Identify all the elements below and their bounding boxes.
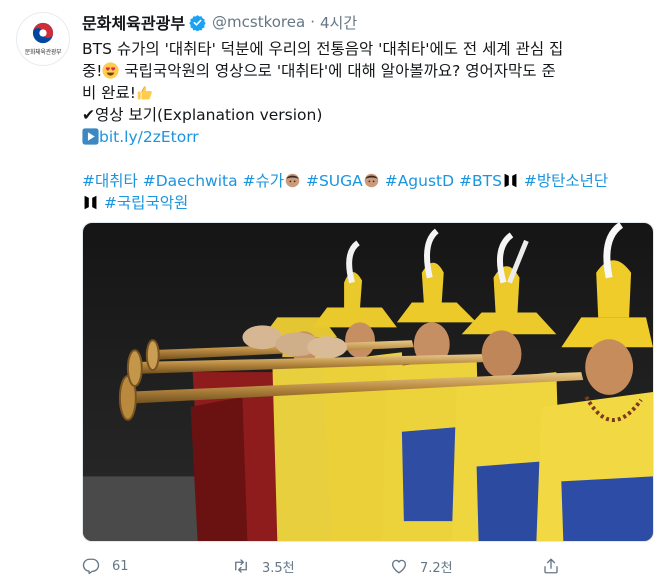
- suga-emoji-icon: [285, 173, 300, 188]
- heart-icon: [391, 559, 407, 574]
- hashtag-agustd[interactable]: #AgustD: [385, 172, 454, 190]
- tweet-line-3-text: 비 완료!: [82, 84, 136, 102]
- retweet-count: 3.5천: [262, 560, 295, 576]
- hashtag-block: #대취타 #Daechwita #슈가 #SUGA #AgustD #BTS #…: [82, 170, 642, 214]
- heart-eyes-emoji-icon: [102, 62, 120, 79]
- hashtag-gugak-center[interactable]: #국립국악원: [104, 194, 188, 212]
- tweet-line-2-end: 국립국악원의 영상으로 '대취타'에 대해 알아볼까요? 영어자막도 준: [119, 62, 556, 80]
- bts-logo-icon: [504, 173, 517, 188]
- bts-logo-icon: [84, 195, 97, 210]
- tweet-media-image[interactable]: [82, 222, 654, 542]
- video-description: 영상 보기(Explanation version): [95, 106, 323, 124]
- retweet-action[interactable]: 3.5천: [232, 554, 295, 578]
- hashtag-suga-kr[interactable]: #슈가: [243, 172, 285, 190]
- verified-badge-icon: [189, 14, 206, 31]
- play-button-icon: [82, 128, 99, 145]
- hashtag-daechwita-kr[interactable]: #대취타: [82, 172, 138, 190]
- tweet-line-2: 중! 국립국악원의 영상으로 '대취타'에 대해 알아볼까요? 영어자막도 준: [82, 60, 642, 82]
- suga-emoji-icon: [364, 173, 379, 188]
- tweet-line-4: ✔영상 보기(Explanation version): [82, 104, 642, 126]
- like-action[interactable]: 7.2천: [390, 554, 453, 578]
- tweet-line-5: bit.ly/2zEtorr: [82, 126, 642, 148]
- account-name[interactable]: 문화체육관광부: [82, 10, 185, 34]
- avatar-caption: 문화체육관광부: [24, 49, 62, 56]
- retweet-icon: [235, 559, 247, 573]
- hashtag-line-2: #국립국악원: [82, 192, 642, 214]
- tweet-actions: 61 3.5천 7.2천: [82, 554, 662, 578]
- tweet-line-3: 비 완료!: [82, 82, 642, 104]
- performers-photo: [83, 223, 653, 541]
- like-count: 7.2천: [420, 560, 453, 576]
- share-action[interactable]: [542, 554, 560, 578]
- account-handle[interactable]: @mcstkorea: [212, 13, 305, 31]
- share-icon: [544, 558, 558, 574]
- hashtag-daechwita[interactable]: #Daechwita: [143, 172, 238, 190]
- tweet-content: 문화체육관광부 @mcstkorea · 4시간 BTS 슈가의 '대취타' 덕…: [82, 10, 657, 214]
- reply-count: 61: [112, 558, 129, 574]
- profile-avatar[interactable]: 문화체육관광부: [16, 12, 70, 66]
- tweet-time[interactable]: 4시간: [320, 12, 357, 33]
- hashtag-line-1: #대취타 #Daechwita #슈가 #SUGA #AgustD #BTS #…: [82, 170, 642, 192]
- taegeuk-emblem-icon: [32, 22, 54, 44]
- tweet-header: 문화체육관광부 @mcstkorea · 4시간: [82, 10, 657, 34]
- tweet-line-2-start: 중!: [82, 62, 103, 80]
- check-mark-icon: ✔: [82, 106, 95, 124]
- reply-icon: [82, 558, 100, 575]
- hashtag-suga[interactable]: #SUGA: [306, 172, 363, 190]
- thumbs-up-emoji-icon: [137, 86, 152, 100]
- reply-action[interactable]: 61: [82, 554, 129, 578]
- tweet-text: BTS 슈가의 '대취타' 덕분에 우리의 전통음악 '대취타'에도 전 세계 …: [82, 38, 642, 148]
- tweet-line-1: BTS 슈가의 '대취타' 덕분에 우리의 전통음악 '대취타'에도 전 세계 …: [82, 40, 564, 58]
- hashtag-bangtan[interactable]: #방탄소년단: [524, 172, 608, 190]
- hashtag-bts[interactable]: #BTS: [459, 172, 502, 190]
- short-link[interactable]: bit.ly/2zEtorr: [99, 128, 199, 146]
- separator-dot: ·: [310, 13, 315, 31]
